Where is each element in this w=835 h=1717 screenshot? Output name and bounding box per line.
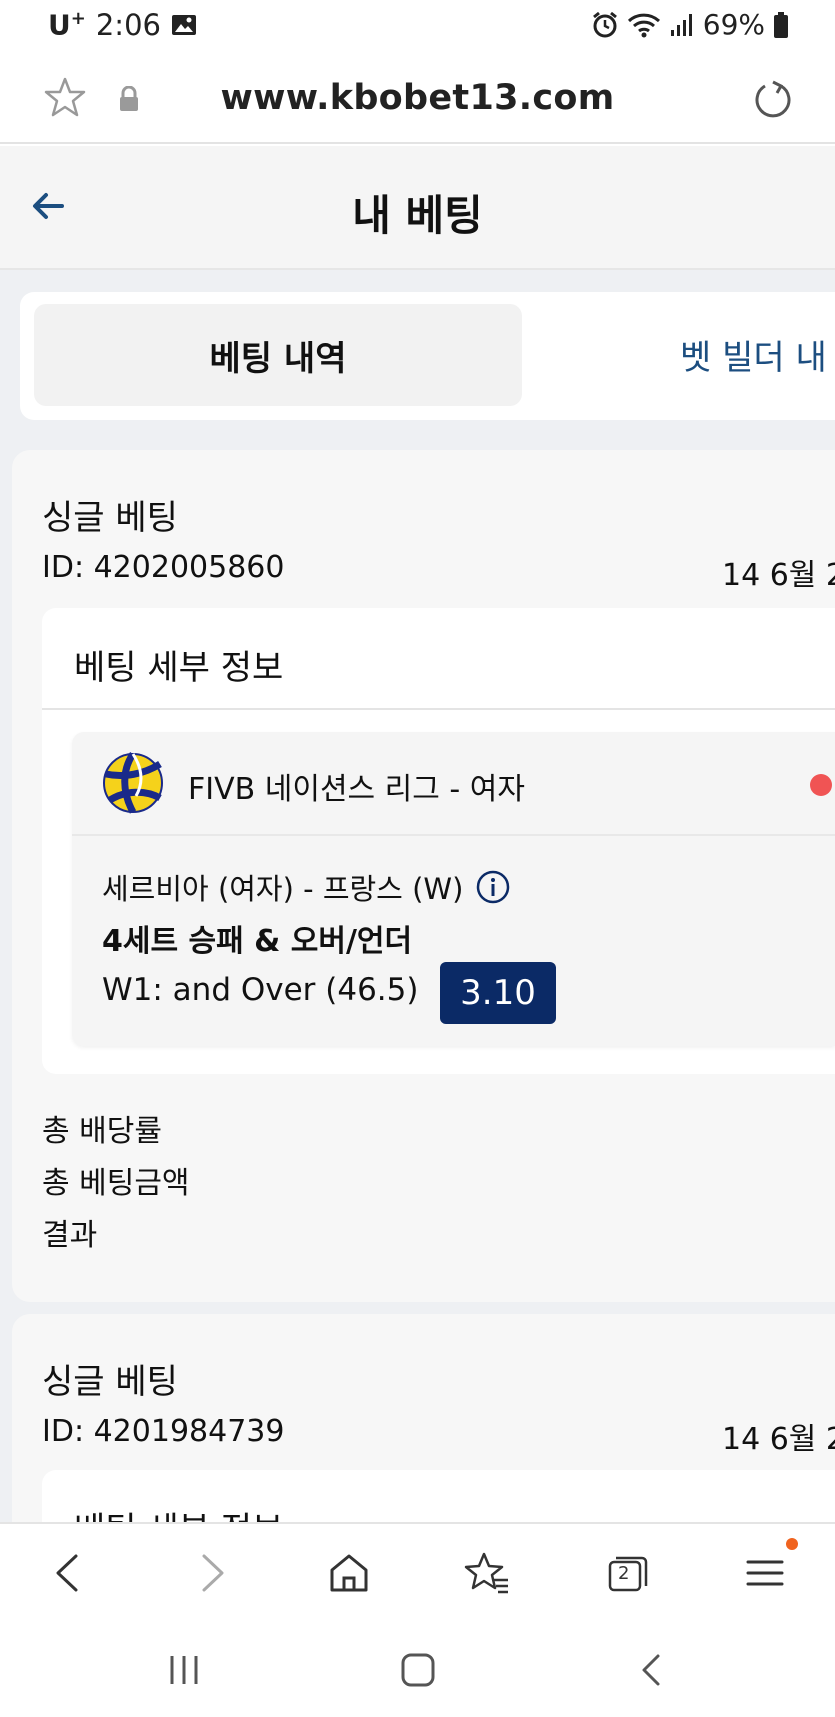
volleyball-icon [103,752,163,814]
bet-summary: 총 배당률 총 베팅금액 결과 [42,1106,190,1262]
pick-name: W1: and Over (46.5) [102,972,419,1008]
bet-card[interactable]: 싱글 베팅 ID: 4202005860 14 6월 2 베팅 세부 정보 FI… [12,450,835,1302]
bet-card[interactable]: 싱글 베팅 ID: 4201984739 14 6월 2 베팅 세부 정보 [12,1314,835,1522]
details-title: 베팅 세부 정보 [74,1502,283,1522]
details-title: 베팅 세부 정보 [74,648,284,688]
tabs-button[interactable]: 2 [604,1550,650,1596]
back-nav-icon[interactable] [46,1550,92,1596]
wifi-icon [627,13,660,37]
match-row: 세르비아 (여자) - 프랑스 (W) [102,866,511,908]
forward-nav-icon[interactable] [188,1550,234,1596]
odds-badge: 3.10 [440,962,556,1024]
notification-dot [786,1538,798,1550]
bet-id: ID: 4202005860 [42,550,285,585]
bookmarks-icon[interactable] [464,1550,510,1596]
league-name: FIVB 네이션스 리그 - 여자 [188,772,525,807]
tab-bet-history[interactable]: 베팅 내역 [34,304,522,406]
selection-header: FIVB 네이션스 리그 - 여자 [72,732,835,836]
total-stake-label: 총 베팅금액 [42,1166,190,1201]
bet-date: 14 6월 2 [722,1422,835,1457]
market-name: 4세트 승패 & 오버/언더 [102,924,413,959]
carrier-label: U+ [48,8,86,42]
bet-selection: FIVB 네이션스 리그 - 여자 세르비아 (여자) - 프랑스 (W) 4세… [72,732,835,1046]
system-back-icon[interactable] [632,1650,672,1690]
menu-icon [746,1560,784,1586]
bet-details-panel: 베팅 세부 정보 [42,1470,835,1522]
reload-icon[interactable] [751,78,793,120]
tab-count: 2 [618,1563,630,1584]
info-icon[interactable] [475,869,511,905]
page-header: 내 베팅 [0,146,835,270]
match-name: 세르비아 (여자) - 프랑스 (W) [102,872,464,906]
system-nav-bar [0,1622,835,1717]
tabs-container: 베팅 내역 벳 빌더 내 [0,270,835,440]
divider [42,708,835,710]
bet-id: ID: 4201984739 [42,1414,285,1449]
battery-icon [774,11,788,38]
gallery-icon [171,15,196,35]
menu-button[interactable] [742,1538,798,1596]
status-bar: U+ 2:06 69% [0,0,835,52]
bet-date: 14 6월 2 [722,558,835,593]
alarm-icon [592,11,617,37]
bet-type: 싱글 베팅 [42,498,178,538]
recent-apps-icon[interactable] [164,1650,204,1690]
result-label: 결과 [42,1218,98,1253]
battery-percent: 69% [702,8,765,41]
tabs: 베팅 내역 벳 빌더 내 [20,292,835,420]
signal-icon [670,13,692,36]
browser-url-bar: www.kbobet13.com [0,52,835,144]
bet-details-panel: 베팅 세부 정보 FIVB 네이션스 리그 - 여자 세르비아 (여자) - 프 [42,608,835,1074]
browser-bottom-nav: 2 [0,1522,835,1622]
bet-type: 싱글 베팅 [42,1362,178,1402]
bet-list: 싱글 베팅 ID: 4202005860 14 6월 2 베팅 세부 정보 FI… [0,440,835,1522]
status-dot [810,774,832,796]
page-title: 내 베팅 [352,191,483,240]
home-icon[interactable] [326,1550,372,1596]
system-home-icon[interactable] [398,1650,438,1690]
status-time: 2:06 [95,8,161,42]
tab-bet-builder[interactable]: 벳 빌더 내 [680,330,827,379]
total-odds-label: 총 배당률 [42,1114,162,1149]
url-text[interactable]: www.kbobet13.com [0,78,835,118]
